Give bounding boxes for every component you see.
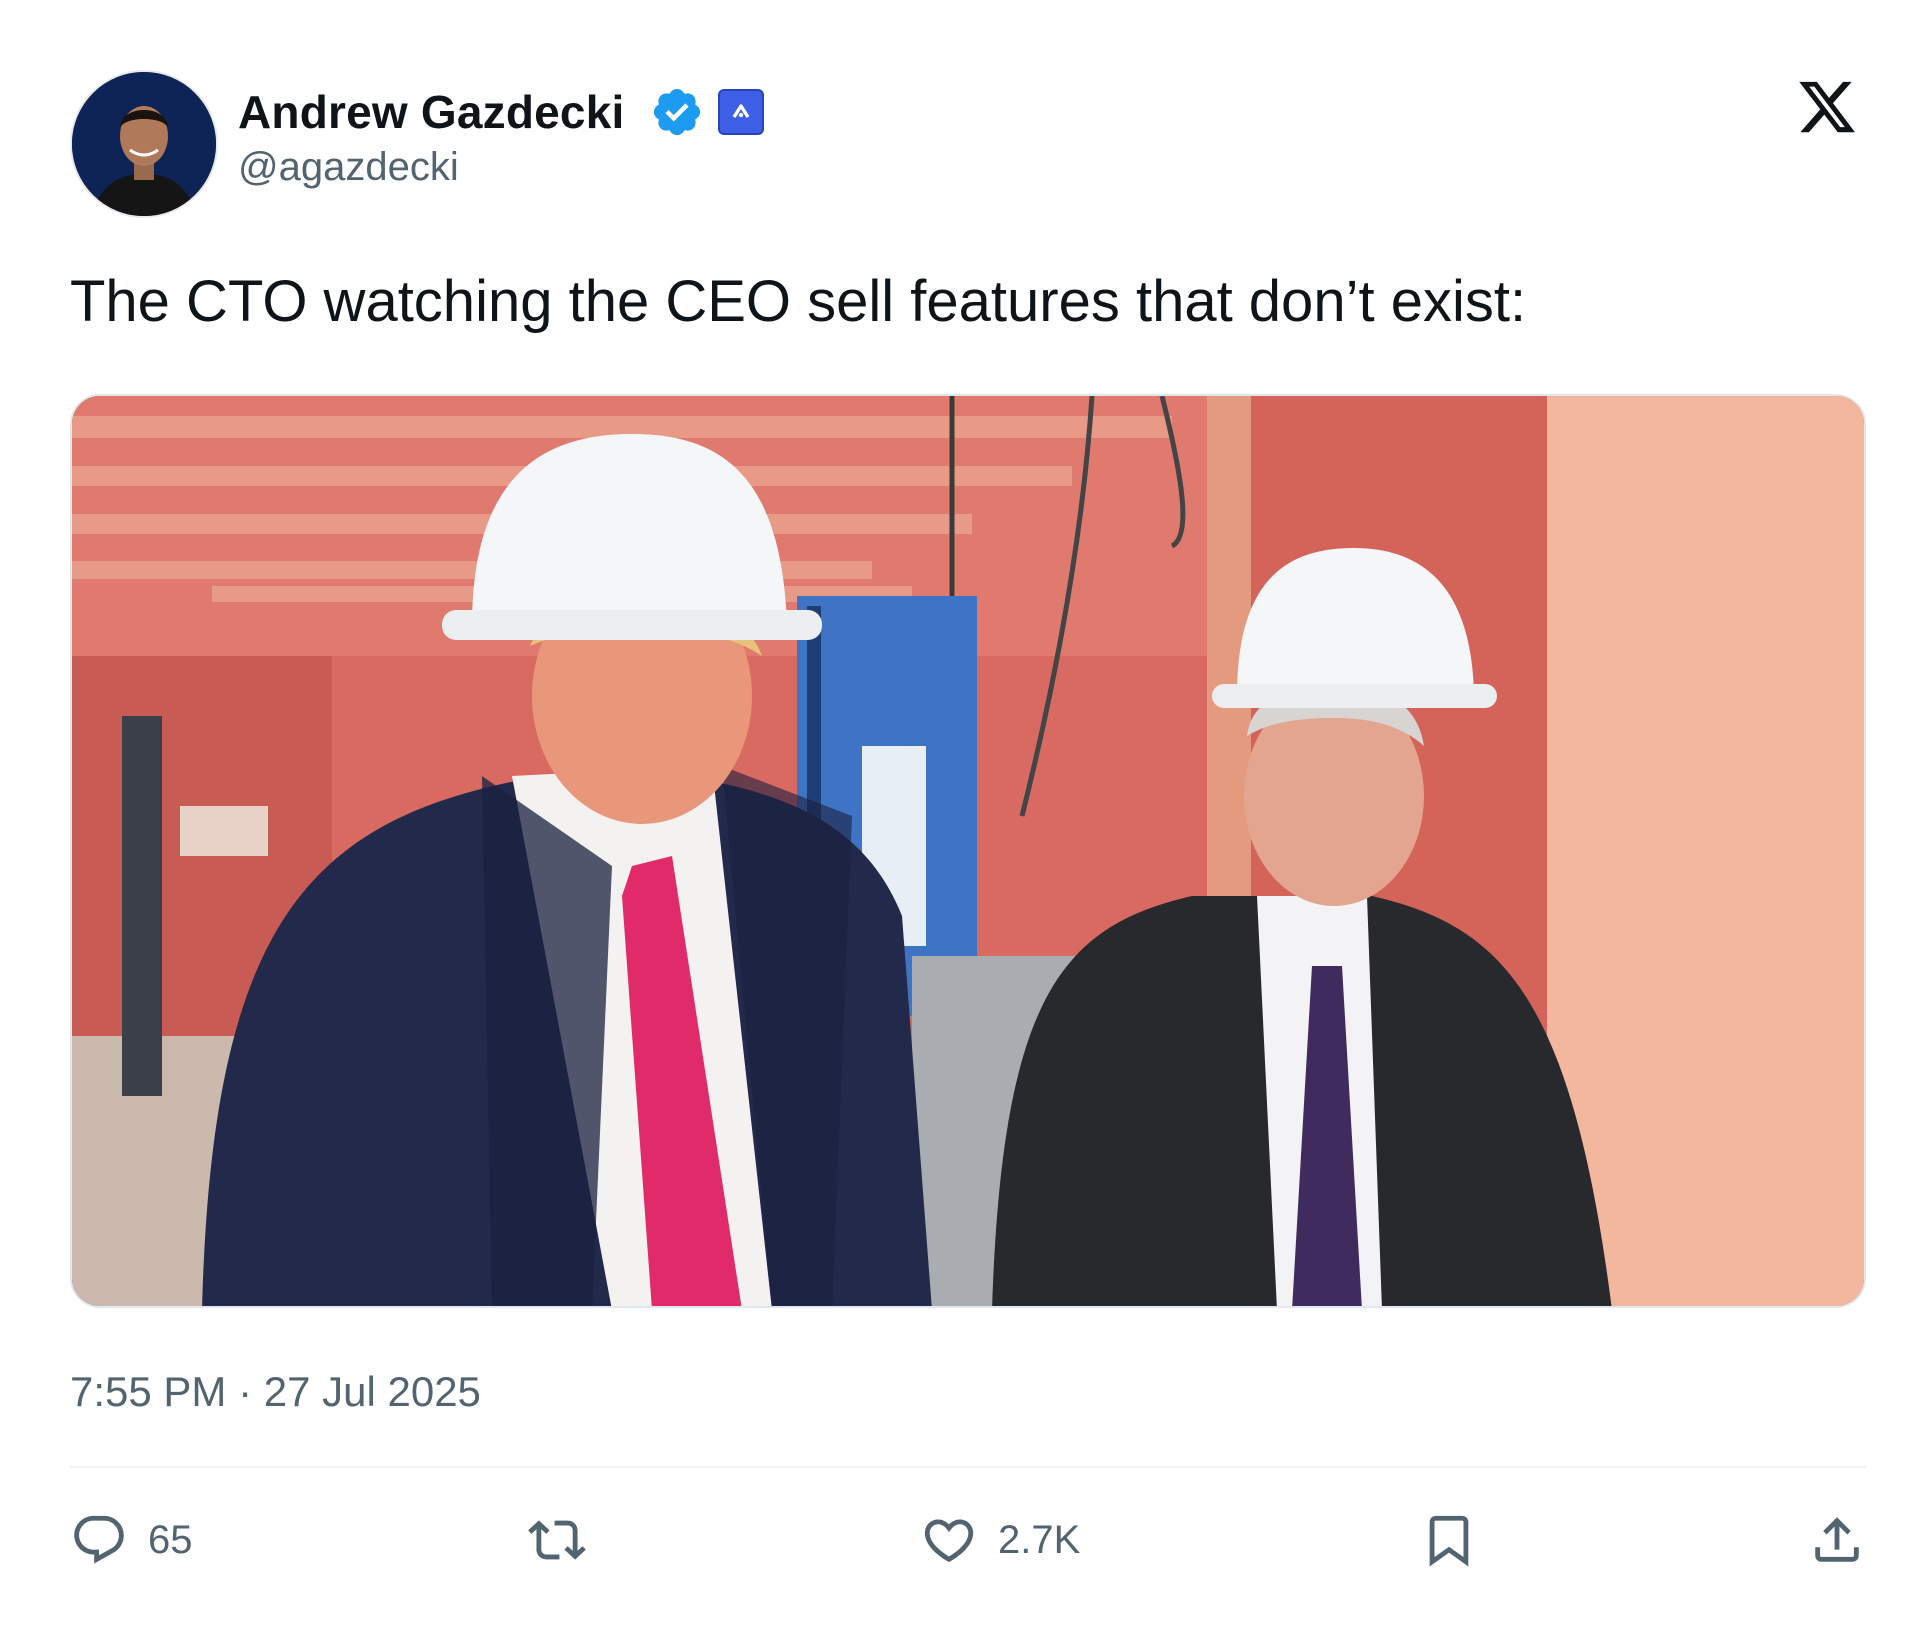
tweet-media[interactable] xyxy=(70,394,1866,1308)
reply-count: 65 xyxy=(148,1517,193,1562)
retweet-button[interactable] xyxy=(528,1510,606,1570)
retweet-icon xyxy=(528,1520,586,1560)
x-logo-icon[interactable] xyxy=(1794,76,1860,138)
tweet-timestamp[interactable]: 7:55 PM · 27 Jul 2025 xyxy=(70,1368,481,1416)
bookmark-icon xyxy=(1429,1515,1469,1567)
affiliation-logo-icon xyxy=(733,104,750,118)
like-button[interactable]: 2.7K xyxy=(920,1510,1080,1570)
tweet-text: The CTO watching the CEO sell features t… xyxy=(70,269,1527,334)
avatar-image xyxy=(72,72,216,216)
reply-icon xyxy=(74,1515,124,1564)
share-button[interactable] xyxy=(1808,1510,1866,1570)
share-icon xyxy=(1815,1517,1859,1562)
avatar[interactable] xyxy=(70,70,218,218)
author-display-name[interactable]: Andrew Gazdecki xyxy=(238,85,624,139)
verified-badge-icon xyxy=(654,88,701,136)
author-name-row: Andrew Gazdecki xyxy=(238,84,765,140)
bookmark-button[interactable] xyxy=(1420,1510,1478,1570)
reply-button[interactable]: 65 xyxy=(70,1510,193,1570)
heart-icon xyxy=(924,1519,974,1563)
author-handle[interactable]: @agazdecki xyxy=(238,145,459,190)
tweet-card: Andrew Gazdecki @agazdecki The CTO watch… xyxy=(0,0,1920,1625)
divider xyxy=(70,1466,1866,1468)
affiliation-badge-icon[interactable] xyxy=(718,89,765,135)
like-count: 2.7K xyxy=(998,1517,1081,1562)
media-photo xyxy=(72,396,1864,1306)
